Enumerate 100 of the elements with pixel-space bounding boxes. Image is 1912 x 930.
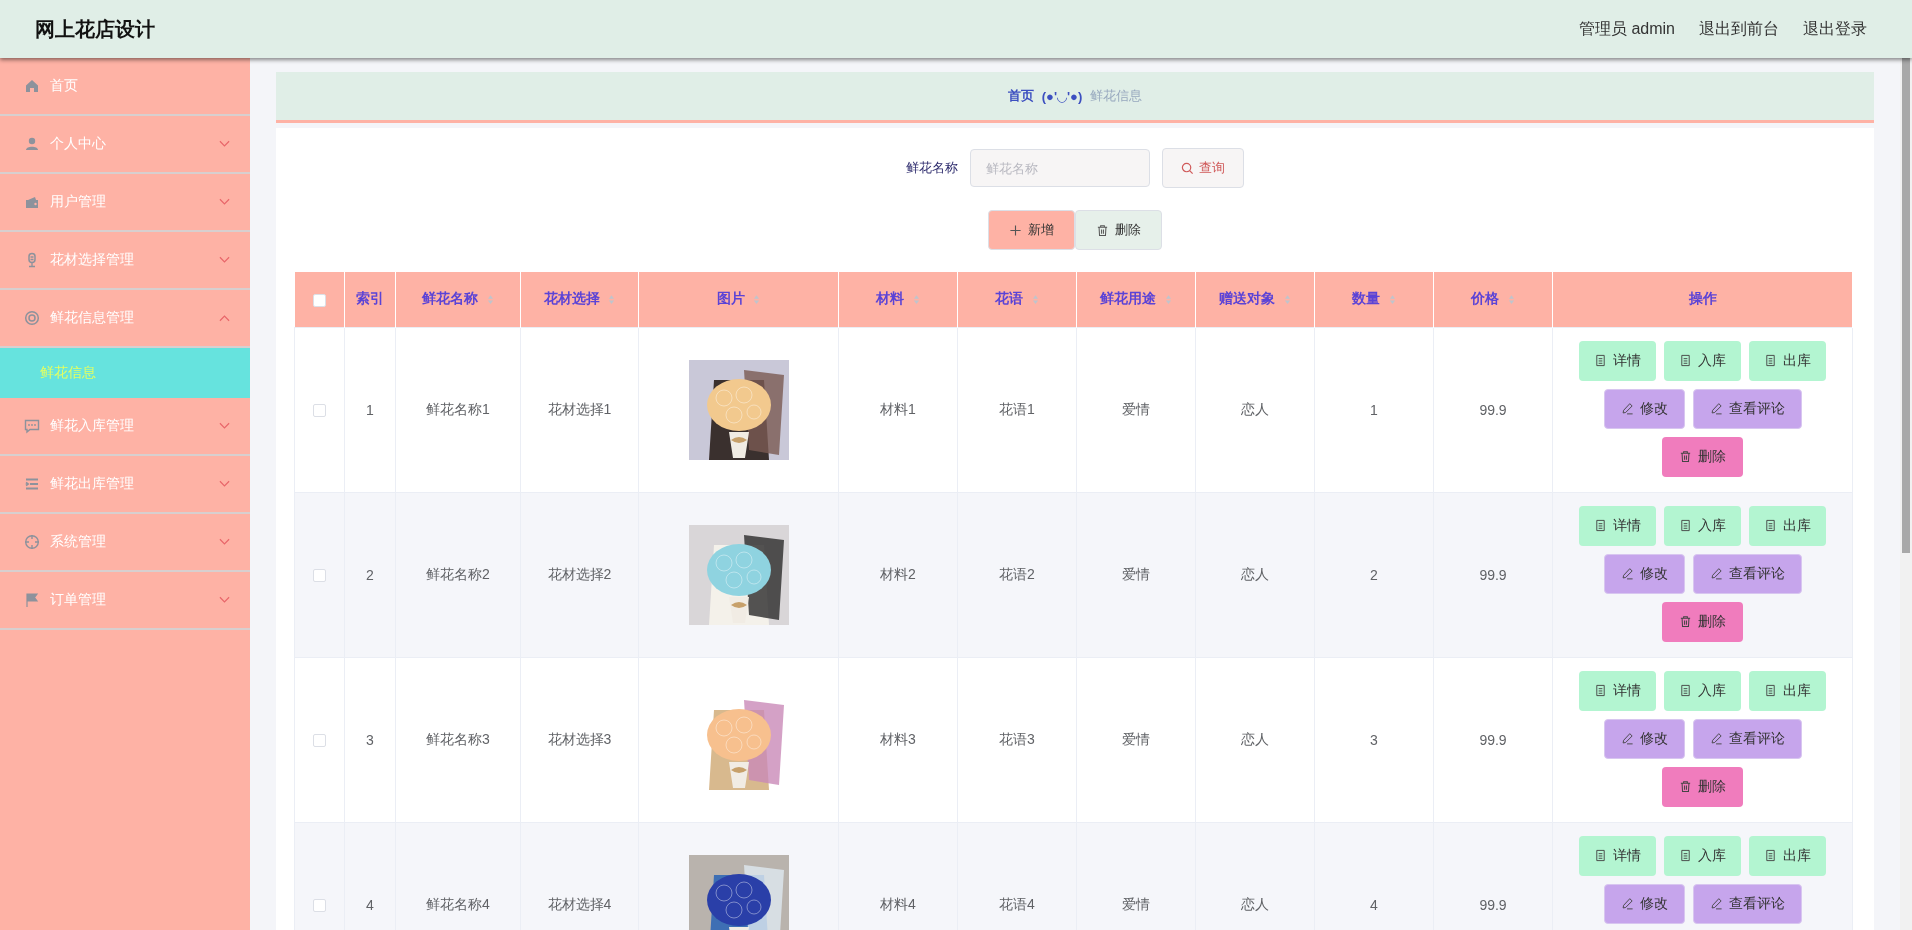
column-header[interactable]: 鲜花用途 [1076, 272, 1196, 327]
table-cell: 2 [344, 492, 396, 657]
pencil-icon [1620, 897, 1634, 910]
action-button[interactable]: 详情 [1579, 340, 1656, 381]
breadcrumb-current: 鲜花信息 [1090, 87, 1143, 105]
delete-button[interactable]: 删除 [1075, 210, 1162, 250]
edit-button[interactable]: 查看评论 [1692, 553, 1802, 594]
table-cell: 材料2 [838, 492, 958, 657]
pencil-icon [1620, 402, 1634, 415]
site-title: 网上花店设计 [35, 16, 155, 42]
action-button[interactable]: 入库 [1664, 505, 1741, 546]
document-icon [1594, 849, 1607, 862]
table-cell: 鲜花名称1 [395, 327, 521, 492]
column-header[interactable]: 鲜花名称 [395, 272, 521, 327]
trash-icon [1096, 223, 1109, 237]
crosshair-icon [24, 534, 40, 550]
edit-button[interactable]: 修改 [1603, 718, 1685, 759]
column-header[interactable]: 花材选择 [520, 272, 639, 327]
lifebuoy-icon [24, 310, 40, 326]
table-cell: 恋人 [1195, 657, 1315, 822]
scrollbar-thumb[interactable] [1902, 58, 1910, 553]
pencil-icon [1709, 402, 1723, 415]
search-label: 鲜花名称 [906, 159, 958, 177]
row-checkbox[interactable] [313, 404, 326, 418]
edit-button[interactable]: 查看评论 [1692, 883, 1802, 924]
delete-button[interactable]: 删除 [1662, 766, 1743, 807]
header-link[interactable]: 退出登录 [1803, 18, 1867, 40]
table-cell: 爱情 [1076, 657, 1196, 822]
edit-button[interactable]: 修改 [1603, 388, 1685, 429]
table-cell: 3 [1314, 657, 1434, 822]
column-header[interactable]: 图片 [638, 272, 839, 327]
document-icon [1679, 849, 1692, 862]
edit-button[interactable]: 查看评论 [1692, 388, 1802, 429]
row-checkbox[interactable] [313, 734, 326, 748]
column-header[interactable]: 赠送对象 [1195, 272, 1315, 327]
header-link[interactable]: 退出到前台 [1699, 18, 1779, 40]
sort-icon[interactable] [1031, 293, 1039, 305]
sort-icon[interactable] [1388, 293, 1396, 305]
sort-icon[interactable] [608, 293, 616, 305]
table-cell: 99.9 [1433, 657, 1553, 822]
action-button[interactable]: 入库 [1664, 835, 1741, 876]
chevron-down-icon [219, 256, 230, 264]
table-cell: 1 [1314, 327, 1434, 492]
chat-icon [24, 418, 40, 434]
document-icon [1679, 519, 1692, 532]
table-cell: 花材选择1 [520, 327, 639, 492]
delete-button[interactable]: 删除 [1662, 436, 1743, 477]
action-button[interactable]: 出库 [1749, 835, 1826, 876]
row-checkbox[interactable] [313, 899, 326, 913]
action-button[interactable]: 详情 [1579, 670, 1656, 711]
table-cell: 爱情 [1076, 327, 1196, 492]
action-button[interactable]: 详情 [1579, 505, 1656, 546]
action-button[interactable]: 详情 [1579, 835, 1656, 876]
sort-icon[interactable] [912, 293, 920, 305]
wallet-icon [24, 194, 40, 210]
document-icon [1594, 354, 1607, 367]
column-header[interactable]: 材料 [838, 272, 958, 327]
sort-icon[interactable] [486, 293, 494, 305]
row-checkbox[interactable] [313, 569, 326, 583]
document-icon [1764, 519, 1777, 532]
user-icon [24, 136, 40, 152]
sort-icon[interactable] [753, 293, 761, 305]
add-button[interactable]: 新增 [988, 210, 1075, 250]
header-link[interactable]: 管理员 admin [1578, 18, 1675, 40]
sort-icon[interactable] [1283, 293, 1291, 305]
action-button[interactable]: 入库 [1664, 340, 1741, 381]
table-cell: 爱情 [1076, 492, 1196, 657]
select-all-checkbox[interactable] [312, 294, 326, 308]
pencil-icon [1709, 732, 1723, 745]
table-cell: 99.9 [1433, 327, 1553, 492]
sort-icon[interactable] [1507, 293, 1515, 305]
edit-button[interactable]: 修改 [1603, 883, 1685, 924]
edit-button[interactable]: 查看评论 [1692, 718, 1802, 759]
search-button[interactable]: 查询 [1162, 148, 1244, 188]
column-header[interactable]: 花语 [957, 272, 1077, 327]
action-button[interactable]: 出库 [1749, 340, 1826, 381]
column-header[interactable]: 数量 [1314, 272, 1434, 327]
column-header[interactable]: 价格 [1433, 272, 1553, 327]
document-icon [1764, 684, 1777, 697]
sort-icon[interactable] [1164, 293, 1172, 305]
action-button[interactable]: 出库 [1749, 505, 1826, 546]
edit-button[interactable]: 修改 [1603, 553, 1685, 594]
flag-icon [24, 592, 40, 608]
document-icon [1594, 519, 1607, 532]
table-cell: 鲜花名称3 [395, 657, 521, 822]
chevron-down-icon [219, 140, 230, 148]
breadcrumb-separator: (●'◡'●) [1041, 88, 1083, 104]
table-cell: 1 [344, 327, 396, 492]
action-button[interactable]: 出库 [1749, 670, 1826, 711]
pencil-icon [1620, 732, 1634, 745]
table-cell: 花材选择2 [520, 492, 639, 657]
document-icon [1594, 684, 1607, 697]
table-cell: 材料3 [838, 657, 958, 822]
action-button[interactable]: 入库 [1664, 670, 1741, 711]
trash-icon [1679, 615, 1692, 628]
search-icon [1181, 161, 1194, 175]
breadcrumb-link[interactable]: 首页 [1007, 87, 1034, 105]
search-field[interactable]: 鲜花名称 [970, 149, 1150, 187]
delete-button[interactable]: 删除 [1662, 601, 1743, 642]
trash-icon [1679, 450, 1692, 463]
